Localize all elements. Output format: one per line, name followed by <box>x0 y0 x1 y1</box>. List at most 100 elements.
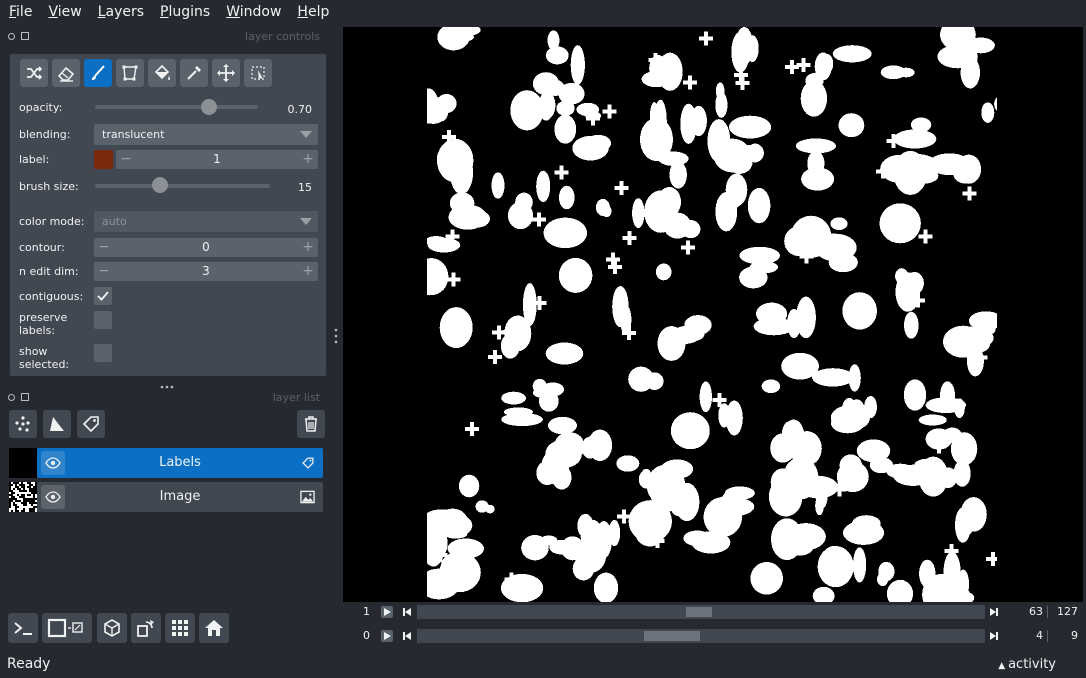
show-selected-checkbox[interactable] <box>94 344 112 362</box>
layer-controls-header: layer controls <box>8 28 320 44</box>
color-mode-value: auto <box>102 215 127 228</box>
status-text: Ready <box>7 656 51 672</box>
contiguous-checkbox[interactable] <box>94 287 112 305</box>
menu-view[interactable]: View <box>40 0 89 24</box>
skip-back-icon <box>403 632 411 640</box>
labels-image <box>427 27 997 602</box>
activity-button[interactable]: ▲ activity <box>998 657 1056 672</box>
opacity-slider-handle[interactable] <box>201 99 218 115</box>
last-frame-button[interactable] <box>988 606 1000 618</box>
dim-slider-row-0: 0 4 9 <box>343 627 1083 645</box>
first-frame-button[interactable] <box>401 630 413 642</box>
brush-size-slider[interactable] <box>95 184 270 188</box>
polygon-icon <box>122 65 138 81</box>
blending-label: blending: <box>19 128 71 141</box>
grid-icon <box>172 620 188 636</box>
shuffle-colors-button[interactable] <box>20 59 48 87</box>
play-icon <box>384 632 391 640</box>
n-edit-dim-spinbox[interactable]: − 3 + <box>94 262 318 281</box>
square-2d-icon <box>47 618 83 638</box>
dim-slider-row-1: 1 63 127 <box>343 603 1083 621</box>
transform-button[interactable] <box>244 59 272 87</box>
blending-dropdown[interactable]: translucent <box>94 124 318 145</box>
label-label: label: <box>19 153 50 166</box>
fill-bucket-icon <box>154 64 170 80</box>
paint-brush-icon <box>92 65 105 80</box>
dim-slider-track[interactable] <box>417 629 985 643</box>
checkmark-icon <box>97 291 109 301</box>
skip-forward-icon <box>990 632 998 640</box>
menu-window[interactable]: Window <box>218 0 289 24</box>
play-button[interactable] <box>381 606 393 618</box>
dim-slider-thumb[interactable] <box>685 607 712 617</box>
label-color-swatch <box>94 150 113 169</box>
close-panel-icon[interactable] <box>8 393 15 401</box>
visibility-toggle[interactable] <box>41 451 65 475</box>
menu-file[interactable]: File <box>0 0 40 24</box>
panel-splitter-handle[interactable] <box>159 380 177 389</box>
pan-zoom-button[interactable] <box>212 59 240 87</box>
dim-current-value[interactable]: 63 <box>1003 603 1043 621</box>
first-frame-button[interactable] <box>401 606 413 618</box>
points-icon <box>15 416 30 432</box>
labels-layer-thumbnail <box>9 448 37 478</box>
polygon-button[interactable] <box>116 59 144 87</box>
dim-slider-track[interactable] <box>417 605 985 619</box>
dim-slider-thumb[interactable] <box>644 631 701 641</box>
brush-size-slider-handle[interactable] <box>151 177 168 193</box>
brush-size-value: 15 <box>298 181 312 194</box>
n-edit-dim-increment-button[interactable]: + <box>300 262 316 281</box>
dim-separator <box>1047 606 1048 618</box>
last-frame-button[interactable] <box>988 630 1000 642</box>
dim-current-value[interactable]: 4 <box>1003 627 1043 645</box>
layer-name: Labels <box>159 455 201 470</box>
play-button[interactable] <box>381 630 393 642</box>
float-panel-icon[interactable] <box>21 393 29 401</box>
new-shapes-layer-button[interactable] <box>43 410 71 438</box>
home-button[interactable] <box>199 613 229 643</box>
paint-button[interactable] <box>84 59 112 87</box>
contour-label: contour: <box>19 241 65 254</box>
eye-icon <box>45 457 61 469</box>
layer-name: Image <box>159 489 201 504</box>
layer-controls-title: layer controls <box>245 29 320 43</box>
console-button[interactable] <box>8 613 38 643</box>
float-panel-icon[interactable] <box>21 32 29 40</box>
layer-row-labels[interactable]: Labels <box>37 448 323 478</box>
viewer-canvas[interactable] <box>343 27 1083 602</box>
contour-increment-button[interactable]: + <box>300 238 316 257</box>
delete-layer-button[interactable] <box>297 410 325 438</box>
label-spinbox[interactable]: − 1 + <box>116 150 318 169</box>
dock-splitter-handle[interactable] <box>333 326 339 346</box>
picker-icon <box>187 66 201 80</box>
pick-button[interactable] <box>180 59 208 87</box>
ndisplay-toggle-button[interactable] <box>42 613 92 643</box>
drag-dots-vertical-icon <box>334 328 338 344</box>
transpose-dims-button[interactable] <box>131 613 161 643</box>
fill-button[interactable] <box>148 59 176 87</box>
play-icon <box>384 608 391 616</box>
skip-back-icon <box>403 608 411 616</box>
new-labels-layer-button[interactable] <box>77 410 105 438</box>
layer-list-header: layer list <box>8 389 320 405</box>
menu-plugins[interactable]: Plugins <box>152 0 218 24</box>
label-tag-icon <box>302 457 314 469</box>
new-points-layer-button[interactable] <box>9 410 37 438</box>
layer-row-image[interactable]: Image <box>37 482 323 512</box>
erase-button[interactable] <box>52 59 80 87</box>
opacity-slider[interactable] <box>95 105 258 109</box>
contour-spinbox[interactable]: − 0 + <box>94 238 318 257</box>
label-increment-button[interactable]: + <box>300 150 316 169</box>
grid-view-button[interactable] <box>165 613 195 643</box>
preserve-labels-checkbox[interactable] <box>94 311 112 329</box>
menu-layers[interactable]: Layers <box>90 0 152 24</box>
dim-separator <box>1047 630 1048 642</box>
roll-dims-button[interactable] <box>97 613 127 643</box>
menu-help[interactable]: Help <box>289 0 337 24</box>
preserve-labels-label: preserve labels: <box>19 311 68 337</box>
layer-controls-panel: opacity: 0.70 blending: translucent labe… <box>10 54 326 376</box>
close-panel-icon[interactable] <box>8 32 15 40</box>
chevron-up-icon: ▲ <box>998 661 1009 671</box>
visibility-toggle[interactable] <box>41 485 65 509</box>
color-mode-dropdown[interactable]: auto <box>94 211 318 232</box>
